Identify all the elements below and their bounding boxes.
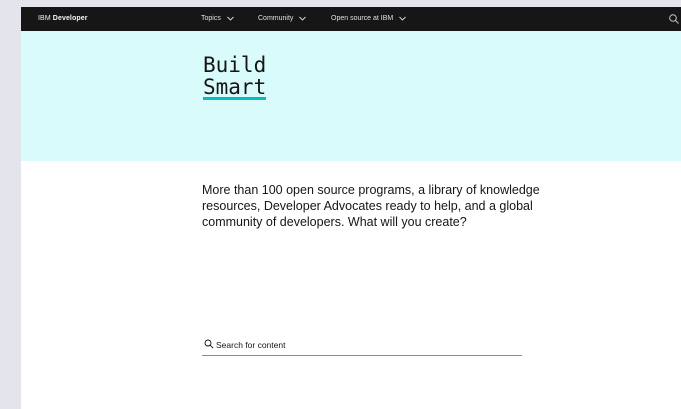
- nav-community-label: Community: [258, 15, 294, 22]
- nav-topics[interactable]: Topics: [201, 7, 234, 31]
- nav-open-source-label: Open source at IBM: [331, 15, 394, 22]
- chevron-down-icon: [226, 16, 234, 21]
- nav-topics-label: Topics: [201, 15, 221, 22]
- top-navigation-bar: IBM Developer Topics Community Open sour…: [21, 7, 681, 31]
- nav-community[interactable]: Community: [258, 7, 307, 31]
- ibm-developer-logo[interactable]: IBM Developer: [38, 7, 88, 31]
- hero-title-line-1: Build: [203, 53, 267, 77]
- page: IBM Developer Topics Community Open sour…: [21, 7, 681, 409]
- brand-prefix: IBM: [38, 15, 51, 22]
- nav-open-source[interactable]: Open source at IBM: [331, 7, 407, 31]
- chevron-down-icon: [299, 16, 307, 21]
- brand-name: Developer: [52, 15, 88, 22]
- hero-title: Build Smart: [203, 53, 267, 100]
- hero-banner: Build Smart: [21, 31, 681, 161]
- hero-title-line-2: Smart: [203, 75, 267, 100]
- content-search[interactable]: [202, 337, 522, 356]
- search-icon[interactable]: [668, 13, 680, 25]
- search-icon: [204, 339, 214, 349]
- search-input[interactable]: [216, 338, 506, 352]
- intro-paragraph: More than 100 open source programs, a li…: [202, 183, 540, 229]
- chevron-down-icon: [399, 16, 407, 21]
